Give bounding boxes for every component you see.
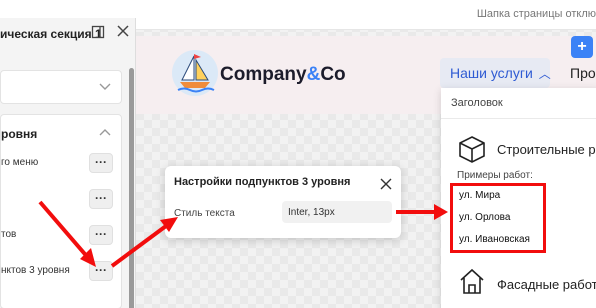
item-options-button[interactable]: ···	[89, 189, 113, 209]
scrollbar-thumb[interactable]	[129, 68, 134, 308]
section-title: ровня	[1, 127, 38, 141]
more-icon: ···	[95, 227, 107, 241]
text-style-label: Стиль текста	[174, 208, 235, 219]
text-style-field[interactable]	[282, 201, 392, 223]
more-icon: ···	[95, 155, 107, 169]
brand-name-suffix: Co	[320, 64, 346, 85]
popup-title: Настройки подпунктов 3 уровня	[174, 176, 351, 188]
item-options-button[interactable]: ···	[89, 153, 113, 173]
service-facade-link[interactable]: Фасадные работы	[497, 277, 596, 292]
annotation-highlight-box	[450, 183, 546, 253]
sidebar-item-label: го меню	[1, 157, 39, 168]
service-construction-link[interactable]: Строительные раб	[497, 142, 596, 157]
sailboat-logo-icon	[172, 50, 218, 96]
more-icon: ···	[95, 191, 107, 205]
sidebar-item-label: тов	[1, 229, 17, 240]
plus-icon: +	[577, 38, 587, 55]
chevron-up-icon: ︿	[538, 67, 551, 81]
examples-label: Примеры работ:	[457, 170, 533, 181]
brand-name-part: Company	[220, 64, 307, 85]
close-icon[interactable]	[116, 24, 130, 38]
sidebar-select[interactable]	[0, 70, 122, 104]
level3-options-button[interactable]: ···	[89, 261, 113, 281]
chevron-up-icon[interactable]	[99, 126, 111, 138]
more-icon: ···	[95, 263, 107, 277]
level-settings-section: ровня го меню ··· ··· тов ··· нктов 3 ур…	[0, 114, 122, 308]
brand-name[interactable]: Company&Co	[220, 64, 346, 86]
nav-services-label: Наши услуги	[450, 65, 533, 81]
close-icon[interactable]	[380, 177, 392, 190]
sidebar-item-label: нктов 3 уровня	[1, 265, 70, 276]
add-block-button[interactable]: +	[571, 36, 593, 58]
brand-ampersand: &	[306, 64, 321, 85]
dropdown-heading: Заголовок	[451, 97, 503, 109]
house-icon	[457, 266, 487, 296]
nav-projects-link[interactable]: Прое	[570, 65, 596, 81]
sidebar-title: ическая секция 1	[0, 27, 102, 41]
chevron-down-icon	[99, 79, 111, 91]
header-disabled-notice: Шапка страницы отклю	[476, 8, 596, 20]
level3-settings-popup: Настройки подпунктов 3 уровня Стиль текс…	[165, 166, 401, 238]
dropdown-divider	[441, 118, 596, 119]
panel-toggle-icon[interactable]	[91, 25, 105, 39]
nav-services-menu[interactable]: Наши услуги ︿	[440, 58, 551, 88]
item-options-button[interactable]: ···	[89, 225, 113, 245]
settings-sidebar: ическая секция 1 ровня го меню ··· ··· т…	[0, 18, 136, 308]
cube-icon	[457, 134, 487, 164]
